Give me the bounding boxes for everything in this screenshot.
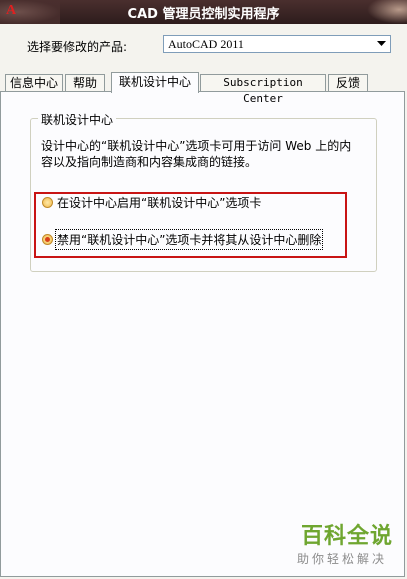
tab-feedback[interactable]: 反馈: [328, 74, 368, 91]
product-dropdown[interactable]: AutoCAD 2011: [163, 35, 391, 53]
tab-info-center[interactable]: 信息中心: [5, 74, 63, 91]
radio-button-enable[interactable]: [42, 197, 53, 208]
tab-help[interactable]: 帮助: [65, 74, 105, 91]
group-description: 设计中心的“联机设计中心”选项卡可用于访问 Web 上的内容以及指向制造商和内容…: [41, 139, 352, 169]
tab-online-design-center[interactable]: 联机设计中心: [111, 72, 199, 93]
option-enable-label[interactable]: 在设计中心启用“联机设计中心”选项卡: [57, 194, 261, 211]
product-label: 选择要修改的产品:: [27, 40, 128, 54]
product-dropdown-value: AutoCAD 2011: [168, 37, 244, 51]
watermark-slogan: 助你轻松解决: [296, 552, 387, 566]
title-bar: A CAD 管理员控制实用程序: [0, 0, 407, 24]
chevron-down-icon[interactable]: [373, 36, 390, 52]
option-enable-online-tab[interactable]: 在设计中心启用“联机设计中心”选项卡: [42, 194, 261, 211]
option-disable-online-tab[interactable]: 禁用“联机设计中心”选项卡并将其从设计中心删除: [42, 229, 324, 250]
window-title: CAD 管理员控制实用程序: [127, 7, 280, 22]
title-bar-glow: [367, 0, 407, 24]
group-title: 联机设计中心: [38, 111, 117, 128]
tab-subscription-center[interactable]: Subscription Center: [200, 74, 326, 105]
radio-button-disable[interactable]: [42, 234, 53, 245]
radio-selected-dot: [45, 237, 50, 242]
option-disable-label[interactable]: 禁用“联机设计中心”选项卡并将其从设计中心删除: [54, 229, 324, 250]
watermark-brand: 百科全说: [300, 524, 393, 549]
